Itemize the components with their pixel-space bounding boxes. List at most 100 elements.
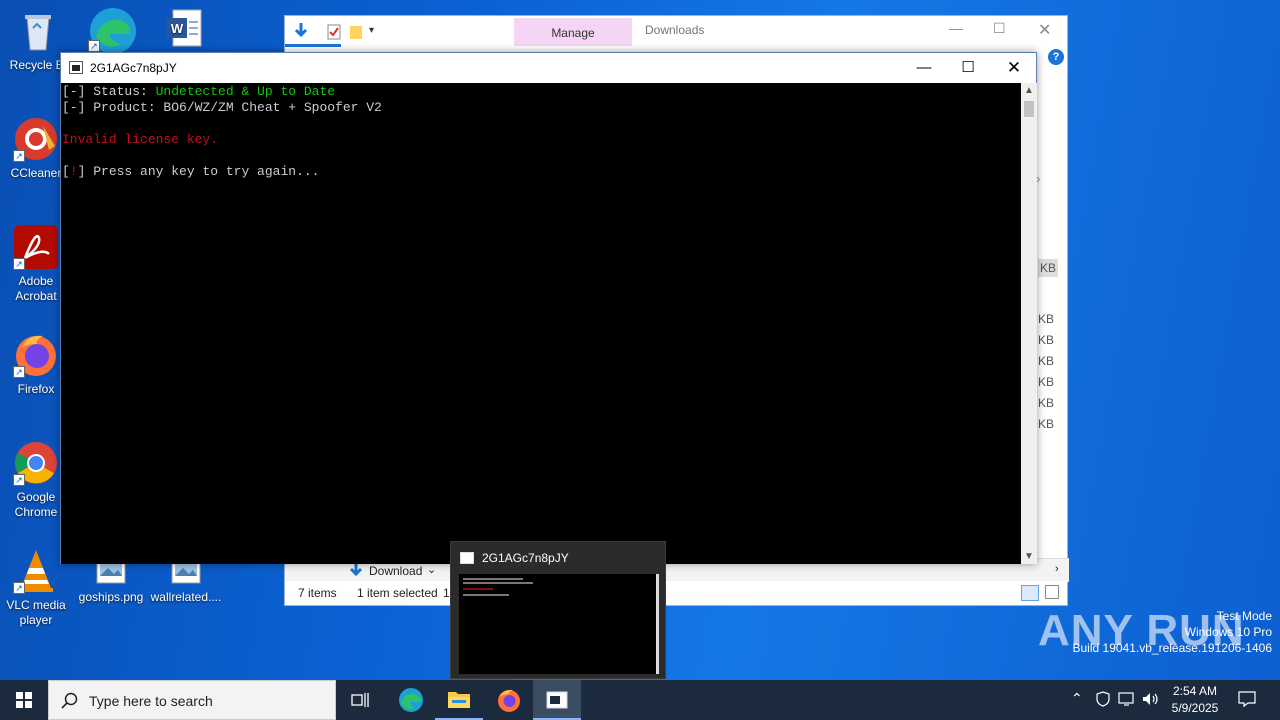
tab-manage[interactable]: Manage xyxy=(514,18,632,46)
folder-icon xyxy=(448,692,470,708)
close-button[interactable]: ✕ xyxy=(991,56,1037,80)
maximize-button[interactable]: ☐ xyxy=(993,20,1006,37)
console-window[interactable]: 2G1AGc7n8pJY — ☐ ✕ [-] Status: Undetecte… xyxy=(60,52,1037,564)
desktop-icon-edge[interactable]: ↗ xyxy=(75,6,147,56)
svg-text:W: W xyxy=(171,21,184,36)
vertical-scrollbar[interactable]: ▲ ▼ xyxy=(1021,83,1037,564)
clock-time: 2:54 AM xyxy=(1172,684,1218,698)
firefox-icon: ↗ xyxy=(13,332,59,378)
os-watermark: Test Mode Windows 10 Pro Build 19041.vb_… xyxy=(1073,608,1273,656)
os-edition-label: Windows 10 Pro xyxy=(1184,625,1272,639)
start-button[interactable] xyxy=(0,680,48,720)
new-folder-icon[interactable] xyxy=(349,24,363,45)
file-size-cell: KB xyxy=(1038,333,1055,347)
network-tray-icon[interactable] xyxy=(1118,691,1136,720)
taskbar-search-box[interactable]: Type here to search xyxy=(48,680,336,720)
recycle-bin-icon xyxy=(15,8,61,54)
file-size-cell: KB xyxy=(1038,396,1055,410)
minimize-button[interactable]: — xyxy=(949,20,963,36)
defender-tray-icon[interactable] xyxy=(1096,691,1110,720)
close-button[interactable]: ✕ xyxy=(1038,20,1051,40)
search-placeholder: Type here to search xyxy=(89,693,213,709)
properties-icon[interactable] xyxy=(327,24,341,45)
chevron-down-icon[interactable]: ⌄ xyxy=(427,563,436,576)
scroll-up-icon[interactable]: ▲ xyxy=(1021,85,1037,96)
prompt-text: ] Press any key to try again... xyxy=(77,164,320,179)
size-column-header: KB xyxy=(1038,259,1059,277)
file-size-cell: KB xyxy=(1038,417,1055,431)
taskbar-file-explorer[interactable] xyxy=(435,680,483,720)
navigation-label: Download xyxy=(369,564,423,578)
help-icon[interactable]: ? xyxy=(1048,49,1064,65)
desktop-icon-label: VLC media player xyxy=(6,598,66,627)
acrobat-icon: ↗ xyxy=(13,224,59,270)
console-app-icon xyxy=(546,691,568,709)
desktop-icon-word-doc[interactable]: W xyxy=(148,6,220,56)
desktop-icon-label: Recycle Bi xyxy=(9,58,67,72)
scroll-thumb[interactable] xyxy=(1024,101,1034,117)
edge-icon xyxy=(399,688,423,712)
windows-logo-icon xyxy=(16,692,32,708)
system-clock[interactable]: 2:54 AM 5/9/2025 xyxy=(1168,683,1222,717)
console-app-icon xyxy=(460,552,474,564)
taskbar: Type here to search ⌃ 2:54 AM 5/9/2025 xyxy=(0,680,1280,720)
desktop-icon-label: Google Chrome xyxy=(14,490,58,519)
desktop-icon-label: Adobe Acrobat xyxy=(15,274,57,303)
details-view-icon[interactable] xyxy=(1021,585,1039,601)
taskbar-console-app[interactable] xyxy=(533,680,581,720)
item-count: 7 items xyxy=(298,586,337,600)
chevron-down-icon[interactable]: ▾ xyxy=(369,25,374,36)
search-icon xyxy=(61,692,78,709)
test-mode-label: Test Mode xyxy=(1216,609,1272,623)
download-arrow-icon xyxy=(349,562,363,581)
vlc-cone-icon: ↗ xyxy=(13,548,59,594)
firefox-icon xyxy=(498,689,520,712)
thumbnail-title: 2G1AGc7n8pJY xyxy=(482,551,569,565)
minimize-button[interactable]: — xyxy=(901,56,947,80)
download-arrow-icon[interactable] xyxy=(293,22,309,45)
window-title: Downloads xyxy=(645,23,705,37)
status-label: [-] Status: xyxy=(62,84,156,99)
file-size-cell: KB xyxy=(1038,375,1055,389)
selection-count: 1 item selected xyxy=(357,586,438,600)
notification-icon xyxy=(1238,691,1256,708)
desktop-icon-label: goships.png xyxy=(78,590,144,604)
desktop-icon-label: CCleaner xyxy=(10,166,62,180)
clock-date: 5/9/2025 xyxy=(1171,701,1219,715)
console-output[interactable]: [-] Status: Undetected & Up to Date [-] P… xyxy=(61,83,1021,564)
warning-mark: ! xyxy=(69,164,78,179)
window-title: 2G1AGc7n8pJY xyxy=(90,61,177,75)
taskbar-edge[interactable] xyxy=(387,680,435,720)
build-label: Build 19041.vb_release.191206-1406 xyxy=(1072,641,1273,655)
status-bar: 7 items 1 item selected 19 xyxy=(285,581,1067,605)
chevron-right-icon[interactable]: › xyxy=(1055,563,1059,575)
status-value: Undetected & Up to Date xyxy=(155,84,336,99)
file-size-cell: KB xyxy=(1038,312,1055,326)
prompt-line: [!] Press any key to try again... xyxy=(62,164,1021,180)
console-titlebar[interactable]: 2G1AGc7n8pJY — ☐ ✕ xyxy=(61,53,1036,83)
show-hidden-icons-button[interactable]: ⌃ xyxy=(1071,690,1083,720)
notification-center-button[interactable] xyxy=(1238,690,1256,720)
status-line: [-] Status: Undetected & Up to Date xyxy=(62,84,1021,100)
desktop-icon-label: wallrelated.... xyxy=(150,590,222,604)
chrome-icon: ↗ xyxy=(13,440,59,486)
taskbar-firefox[interactable] xyxy=(485,680,533,720)
task-view-button[interactable] xyxy=(336,680,384,720)
large-icons-view-icon[interactable] xyxy=(1045,585,1059,599)
bracket-open: [ xyxy=(62,164,70,179)
word-document-icon: W xyxy=(161,6,207,52)
scroll-down-icon[interactable]: ▼ xyxy=(1021,551,1037,562)
volume-tray-icon[interactable] xyxy=(1142,691,1160,720)
ccleaner-icon: ↗ xyxy=(13,116,59,162)
product-line: [-] Product: BO6/WZ/ZM Cheat + Spoofer V… xyxy=(62,100,382,115)
file-size-cell: KB xyxy=(1038,354,1055,368)
error-message: Invalid license key. xyxy=(62,132,219,147)
taskbar-thumbnail-preview[interactable]: 2G1AGc7n8pJY xyxy=(450,541,666,679)
edge-icon: ↗ xyxy=(88,6,136,54)
desktop-icon-label: Firefox xyxy=(17,382,55,396)
console-app-icon xyxy=(69,61,83,74)
thumbnail-image[interactable] xyxy=(459,574,659,674)
maximize-button[interactable]: ☐ xyxy=(945,56,991,80)
